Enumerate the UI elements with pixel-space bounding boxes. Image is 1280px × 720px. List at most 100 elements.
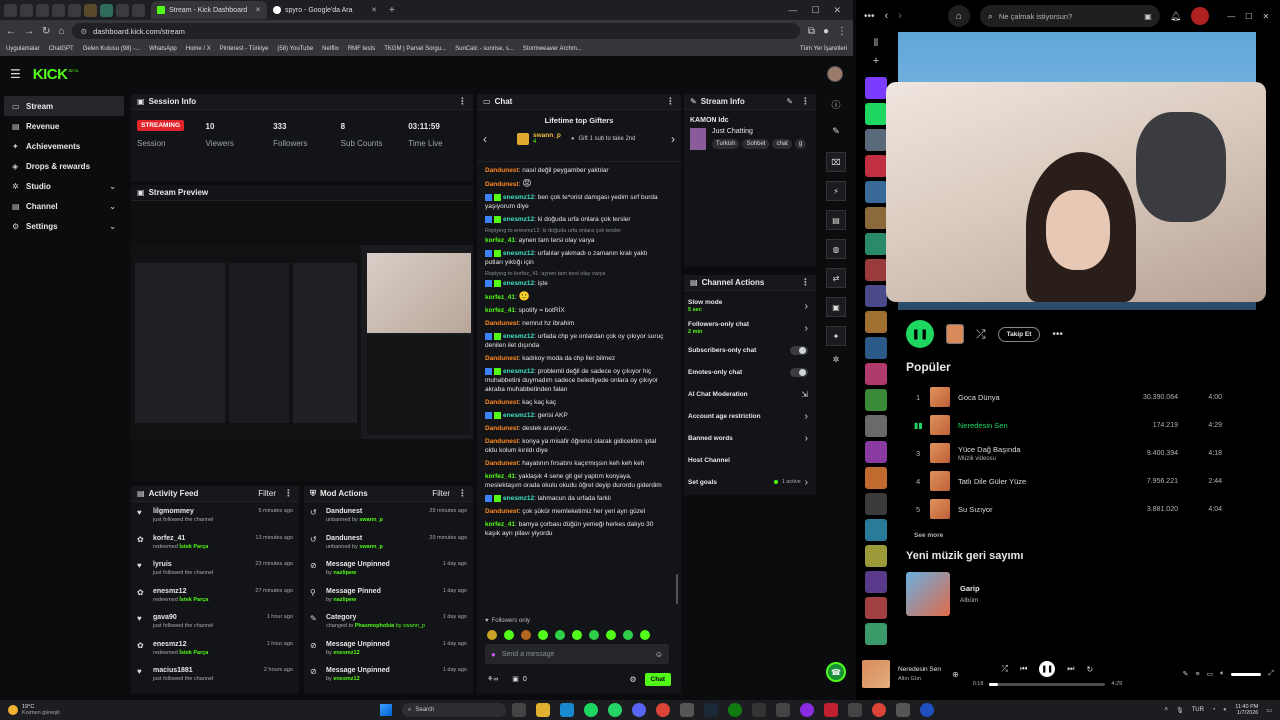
track-row[interactable]: 3 Yüce Dağ Başında Müzik videosu 9.400.394 4… xyxy=(906,439,1236,467)
chat-message[interactable]: enesmz12: lahmacun da urfada farklı xyxy=(485,492,665,505)
chrome-icon[interactable] xyxy=(872,703,886,717)
kick-logo[interactable]: KICK xyxy=(33,66,68,83)
track-row[interactable]: 5 Su Sızıyor 3.881.020 4:04 xyxy=(906,495,1236,523)
activity-item[interactable]: ✿ enesmz12 redeemed İstek Parça 1 hour ago xyxy=(137,637,293,664)
library-item-thumbnail[interactable] xyxy=(865,467,887,489)
chevron-right-icon[interactable]: › xyxy=(671,132,675,146)
menu-icon[interactable]: ⋮ xyxy=(837,26,847,37)
tag-chip[interactable]: chat xyxy=(772,139,792,149)
sidebar-item-settings[interactable]: ⚙ Settings ⌄ xyxy=(4,216,124,236)
toggle-switch[interactable] xyxy=(790,367,808,377)
toggle-switch[interactable] xyxy=(790,345,808,355)
whatsapp-icon[interactable] xyxy=(608,703,622,717)
library-item-thumbnail[interactable] xyxy=(865,259,887,281)
channel-action-emotes-only-chat[interactable]: Emotes-only chat xyxy=(688,361,812,383)
queue-icon[interactable]: ≡ xyxy=(1195,671,1199,678)
tab-google-search[interactable]: spyro - Google'da Ara ✕ xyxy=(267,1,383,19)
track-row[interactable]: 4 Tatlı Dile Güler Yüze 7.956.221 2:44 xyxy=(906,467,1236,495)
wrench-icon[interactable]: ✦ xyxy=(826,326,846,346)
support-icon[interactable]: ☎ xyxy=(826,662,846,682)
filter-button[interactable]: Filter xyxy=(432,489,450,498)
steam-icon[interactable] xyxy=(704,703,718,717)
bell-icon[interactable]: 🔔︎ xyxy=(1170,11,1181,22)
mod-action-item[interactable]: ⚲ Message Pinned by nazlipew 1 day ago xyxy=(310,584,467,611)
pinned-tab-icon[interactable] xyxy=(132,3,145,17)
site-info-icon[interactable]: ⚙ xyxy=(80,27,87,36)
channel-points-icon[interactable]: ⚘∞ xyxy=(487,675,498,683)
emoji-icon[interactable]: ☺ xyxy=(655,650,663,659)
now-playing-cover[interactable] xyxy=(862,660,890,688)
extensions-icon[interactable]: ⧉ xyxy=(808,26,815,37)
settings-dots-icon[interactable]: ✲ xyxy=(833,355,840,364)
wifi-icon[interactable]: ◔ xyxy=(1212,707,1216,713)
chat-username[interactable]: Dandunest xyxy=(485,399,519,406)
library-item-thumbnail[interactable] xyxy=(865,337,887,359)
channel-action-host-channel[interactable]: Host Channel xyxy=(688,449,812,471)
sidebar-item-stream[interactable]: ▭ Stream xyxy=(4,96,124,116)
chat-message[interactable]: Dandunest: nasıl değil peygamber yaktıla… xyxy=(485,164,665,177)
emote-icon[interactable] xyxy=(640,630,650,640)
bookmark[interactable]: Stormweaver Archm... xyxy=(523,46,582,52)
monitor-icon[interactable]: ▣ xyxy=(826,297,846,317)
pinned-tab-icon[interactable] xyxy=(20,3,33,17)
library-item-thumbnail[interactable] xyxy=(865,623,887,645)
chat-message[interactable]: enesmz12: işte xyxy=(485,277,665,290)
bookmark[interactable]: WhatsApp xyxy=(149,46,177,52)
library-item-thumbnail[interactable] xyxy=(865,493,887,515)
sidebar-item-channel[interactable]: ▤ Channel ⌄ xyxy=(4,196,124,216)
chat-message[interactable]: Dandunest: konya ya misafir öğrenci olar… xyxy=(485,435,665,457)
bookmark[interactable]: (58) YouTube xyxy=(277,46,313,52)
bookmark[interactable]: ChatGPT xyxy=(49,46,74,52)
chat-message[interactable]: Dandunest: hayatının fırsatını kaçırmışs… xyxy=(485,457,665,470)
more-icon[interactable]: ⋮ xyxy=(666,96,675,107)
edit-icon[interactable]: ✎ xyxy=(786,97,793,106)
stream-preview-video[interactable] xyxy=(131,245,473,439)
activity-item[interactable]: ✿ enesmz12 redeemed İstek Parça 27 minutes … xyxy=(137,584,293,611)
app-icon[interactable] xyxy=(680,703,694,717)
gift-icon[interactable]: ▣ xyxy=(512,675,519,683)
library-item-thumbnail[interactable] xyxy=(865,389,887,411)
pinned-tab-icon[interactable] xyxy=(100,3,113,17)
library-item-thumbnail[interactable] xyxy=(865,103,887,125)
chevron-right-icon[interactable]: › xyxy=(805,477,808,488)
sidebar-item-drops-rewards[interactable]: ◈ Drops & rewards xyxy=(4,156,124,176)
volume-icon[interactable]: 🔈︎ xyxy=(1220,670,1224,678)
chat-settings-icon[interactable]: ⚙ xyxy=(629,675,636,684)
pinned-tab-icon[interactable] xyxy=(116,3,129,17)
library-item-thumbnail[interactable] xyxy=(865,311,887,333)
xbox-icon[interactable] xyxy=(728,703,742,717)
activity-item[interactable]: ♥ lyruis just followed the channel 23 minut… xyxy=(137,557,293,584)
chat-message[interactable]: enesmz12: urfada chp ye onlardan çok oy … xyxy=(485,330,665,352)
message-icon[interactable]: ◍ xyxy=(826,239,846,259)
chat-username[interactable]: Dandunest xyxy=(485,320,519,327)
progress-bar[interactable] xyxy=(989,682,1106,686)
new-tab-icon[interactable]: + xyxy=(389,5,395,16)
taskbar-search[interactable]: ⌕ Search xyxy=(402,703,506,717)
channel-action-banned-words[interactable]: Banned words › xyxy=(688,427,812,449)
channel-action-ai-chat-moderation[interactable]: AI Chat Moderation ⇲ xyxy=(688,383,812,405)
track-row[interactable]: ▮▮ Neredesin Sen 174.219 4:29 xyxy=(906,411,1236,439)
clock[interactable]: 11:40 PM 1/7/2026 xyxy=(1235,704,1258,716)
app-icon[interactable] xyxy=(776,703,790,717)
chat-message[interactable]: enesmz12: ki doğuda urfa onlara çok ters… xyxy=(485,213,665,226)
now-playing-artist[interactable]: Altın Gün xyxy=(898,676,952,682)
top-gifter[interactable]: swann_p 4 ● Gift 1 sub to take 2nd xyxy=(517,132,635,145)
weather-widget[interactable]: 19°C Kısmen güneşli xyxy=(8,704,60,716)
obs-icon[interactable] xyxy=(800,703,814,717)
chat-username[interactable]: korfez_41 xyxy=(485,294,515,301)
more-icon[interactable]: ⋮ xyxy=(284,488,293,499)
add-icon[interactable]: + xyxy=(873,55,879,67)
bookmark[interactable]: Netflix xyxy=(322,46,339,52)
chat-username[interactable]: Dandunest xyxy=(485,438,519,445)
chat-message[interactable]: enesmz12: problemli değil de sadece oy ç… xyxy=(485,365,665,396)
tray-chevron-icon[interactable]: ˄ xyxy=(1164,707,1168,713)
chat-username[interactable]: korfez_41 xyxy=(485,473,515,480)
language-indicator[interactable]: TUR xyxy=(1192,707,1204,713)
device-icon[interactable]: ▭ xyxy=(1207,670,1214,678)
emote-icon[interactable] xyxy=(606,630,616,640)
bookmark[interactable]: Gelen Kutusu (98) -... xyxy=(83,46,140,52)
chrome-icon[interactable] xyxy=(656,703,670,717)
lyrics-icon[interactable]: ✎ xyxy=(1183,670,1189,678)
forward-icon[interactable]: › xyxy=(898,10,902,22)
emote-icon[interactable] xyxy=(521,630,531,640)
